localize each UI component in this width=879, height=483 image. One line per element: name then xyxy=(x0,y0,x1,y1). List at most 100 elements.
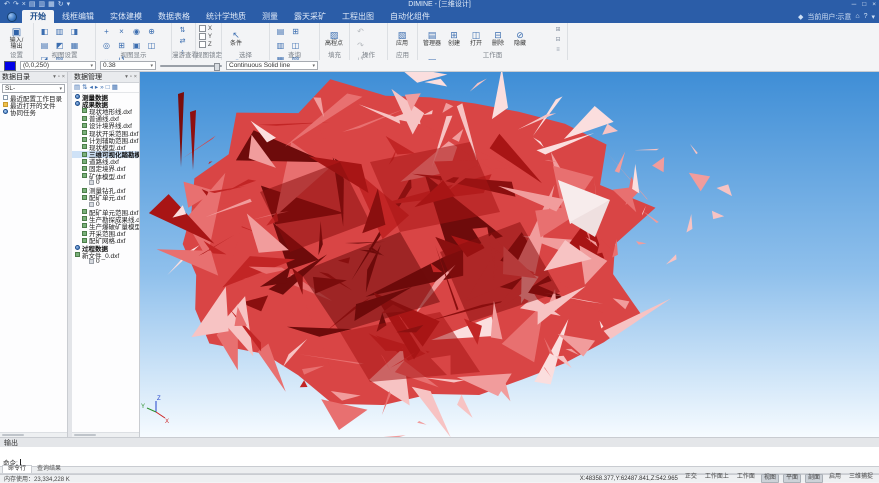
ribbon-tab[interactable]: 数据表格 xyxy=(150,10,198,23)
ribbon-tab[interactable]: 开始 xyxy=(22,10,54,23)
manager-toolbar-icon[interactable]: ▸ xyxy=(95,83,98,92)
workplane-icon: ⊘ xyxy=(516,30,524,41)
ribbon-tab[interactable]: 自动化组件 xyxy=(382,10,438,23)
workplane-mini-button[interactable]: ⊟ xyxy=(552,35,564,45)
chevron-down-icon: ▾ xyxy=(150,63,153,69)
workplane-button[interactable]: ⊟ 删除 xyxy=(487,25,509,52)
panel-header-icon[interactable]: ▾ xyxy=(125,74,128,80)
workplane-mini-button[interactable]: ⊞ xyxy=(552,25,564,35)
tree-item-icon xyxy=(3,95,8,100)
view-setting-icon: ◨ xyxy=(71,26,79,38)
ribbon-tab[interactable]: 统计学地质 xyxy=(198,10,254,23)
view-display-button[interactable]: ⊕ xyxy=(144,25,159,39)
view-display-button[interactable]: × xyxy=(114,25,129,39)
manager-tree-item[interactable]: 矿体模型.dxf xyxy=(72,172,139,179)
view-setting-button[interactable]: ◧ xyxy=(37,25,52,39)
slider-thumb[interactable] xyxy=(214,63,220,71)
select-cursor-icon: ↖ xyxy=(232,30,240,41)
window-control-icon[interactable]: ─ xyxy=(852,0,857,10)
manager-toolbar-icon[interactable]: ▤ xyxy=(74,83,80,92)
command-input-row[interactable]: 命令: xyxy=(0,458,879,467)
workplane-button[interactable]: ▤ 管理器 xyxy=(421,25,443,52)
line-style-select[interactable]: Continuous Solid line▾ xyxy=(226,61,318,70)
roam-button[interactable]: ⇅ xyxy=(175,25,190,36)
view-setting-button[interactable]: ◨ xyxy=(67,25,82,39)
select-button[interactable]: ↖ 条件 xyxy=(225,25,247,52)
output-panel-header[interactable]: 输出 xyxy=(0,437,879,447)
tree-item-icon xyxy=(82,130,87,135)
import-export-button[interactable]: ▣ 输入/ 输出 xyxy=(3,25,30,52)
roam-icon: ⇅ xyxy=(180,26,186,35)
workplane-icon: ◫ xyxy=(472,30,481,41)
workplane-button[interactable]: ⊘ 隐藏 xyxy=(509,25,531,52)
command-tabs: 命令行查询结果 xyxy=(0,467,879,474)
command-tab[interactable]: 命令行 xyxy=(2,465,32,473)
color-swatch[interactable] xyxy=(4,61,16,71)
viewport-3d[interactable]: Z X Y xyxy=(140,72,879,437)
ribbon-group-workplane: ▤ 管理器 ⊞ 创建 ◫ 打开 ⊟ 删除 ⊘ 隐藏 ▣ 显示 ⊞ xyxy=(418,23,568,60)
fill-button[interactable]: ▨ 高程点 xyxy=(323,25,345,52)
manager-toolbar-icon[interactable]: ▦ xyxy=(112,83,118,92)
undo-redo-icon: ↶ xyxy=(357,26,364,38)
manager-toolbar-icon[interactable]: ◂ xyxy=(90,83,93,92)
panel-header-icon[interactable]: × xyxy=(62,74,65,80)
ribbon-group-operations: ↶ ↷ ↺ ↻ 操作 xyxy=(350,23,388,60)
axis-lock-checkbox[interactable]: Y xyxy=(199,33,212,40)
workplane-button[interactable]: ⊞ 创建 xyxy=(443,25,465,52)
axis-lock-checkbox[interactable]: Z xyxy=(199,41,212,48)
roam-button[interactable]: ⇄ xyxy=(175,36,190,47)
query-button[interactable]: ⊞ xyxy=(288,25,303,39)
ribbon-tab[interactable]: 测量 xyxy=(254,10,286,23)
catalog-filter-row: SL-▾ xyxy=(0,83,67,94)
ribbon-group-settings: ▣ 输入/ 输出 设置 xyxy=(0,23,34,60)
collapse-ribbon-icon[interactable]: ▾ xyxy=(871,13,875,21)
manager-tree-item[interactable]: 配矿单元.dxf xyxy=(72,194,139,201)
view-display-button[interactable]: + xyxy=(99,25,114,39)
view-setting-button[interactable]: ▥ xyxy=(52,25,67,39)
ribbon-tab[interactable]: 线框编辑 xyxy=(54,10,102,23)
tree-item-icon xyxy=(75,245,80,250)
tree-item-icon xyxy=(75,101,80,106)
view-setting-icon: ◧ xyxy=(41,26,49,38)
apply-button[interactable]: ▧ 应用 xyxy=(391,25,413,52)
panel-header-icon[interactable]: ▫ xyxy=(58,74,60,80)
ribbon-tab[interactable]: 工程出图 xyxy=(334,10,382,23)
undo-redo-button[interactable]: ↶ xyxy=(353,25,368,39)
query-button[interactable]: ▤ xyxy=(273,25,288,39)
command-tab[interactable]: 查询结果 xyxy=(32,466,66,473)
chevron-down-icon: ▾ xyxy=(312,63,315,69)
manager-tree-item[interactable]: 新文件_0.dxf xyxy=(72,251,139,258)
tree-item-icon xyxy=(82,108,87,113)
ribbon-group-fill: ▨ 高程点 填充 xyxy=(320,23,350,60)
axis-lock-checkbox[interactable]: X xyxy=(199,25,212,32)
window-control-icon[interactable]: × xyxy=(872,0,876,10)
data-manager-panel: 数据管理 ▾▫× ▤⇅◂▸»□▦ 测量数据 成果数据 现状地形线.dxf 普通线… xyxy=(72,72,140,437)
manager-toolbar-icon[interactable]: » xyxy=(100,83,104,92)
checkbox-icon xyxy=(199,33,206,40)
ribbon-tab[interactable]: 实体建模 xyxy=(102,10,150,23)
color-select[interactable]: (0,0,250)▾ xyxy=(20,61,96,70)
panel-header-icon[interactable]: ▫ xyxy=(130,74,132,80)
app-menu-button[interactable] xyxy=(4,11,20,22)
chevron-down-icon: ▾ xyxy=(59,86,62,92)
workplane-icon: ⊟ xyxy=(494,30,502,41)
title-bar: ↶↷×▤▥▦↻▾ DIMINE - [三维设计] ─□× xyxy=(0,0,879,10)
view-display-button[interactable]: ◉ xyxy=(129,25,144,39)
catalog-tree-item[interactable]: 协同任务 xyxy=(0,108,67,115)
window-control-icon[interactable]: □ xyxy=(862,0,866,10)
viewport-3d-canvas[interactable]: Z X Y xyxy=(140,72,879,437)
line-width-slider[interactable] xyxy=(160,61,222,70)
workplane-button[interactable]: ◫ 打开 xyxy=(465,25,487,52)
workplane-icon: ▤ xyxy=(428,30,437,41)
status-bar: 内存使用：23,334,228 K X:48358.377,Y:62487.84… xyxy=(0,474,879,482)
line-width-select[interactable]: 0.38▾ xyxy=(100,61,156,70)
panel-header-icon[interactable]: × xyxy=(134,74,137,80)
manager-toolbar-icon[interactable]: □ xyxy=(106,83,110,92)
ribbon-tab[interactable]: 露天采矿 xyxy=(286,10,334,23)
manager-toolbar-icon[interactable]: ⇅ xyxy=(82,83,87,92)
home-icon[interactable]: ⌂ xyxy=(855,13,859,20)
data-manager-toolbar: ▤⇅◂▸»□▦ xyxy=(72,83,139,93)
catalog-filter-select[interactable]: SL-▾ xyxy=(2,84,65,93)
panel-header-icon[interactable]: ▾ xyxy=(53,74,56,80)
help-icon[interactable]: ? xyxy=(864,13,868,20)
